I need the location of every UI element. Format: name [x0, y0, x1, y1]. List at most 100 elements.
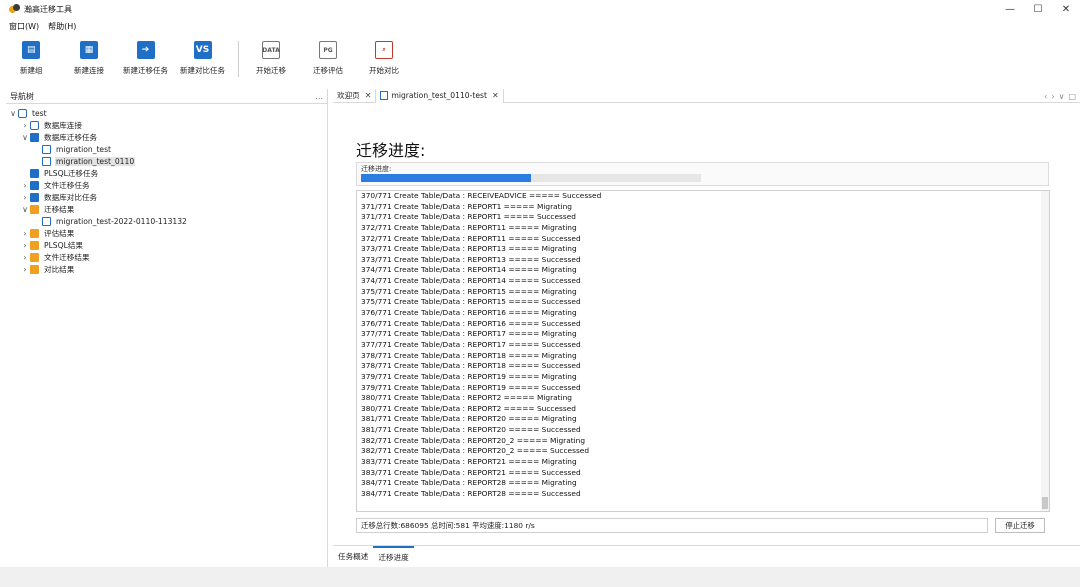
app-logo-icon — [9, 3, 20, 15]
new-compare-task-label: 新建对比任务 — [180, 66, 225, 75]
migration-assessment-button[interactable]: PG 迁移评估 — [313, 41, 343, 76]
blue-icon — [30, 180, 39, 190]
start-compare-label: 开始对比 — [369, 66, 399, 75]
tree-item[interactable]: › 文件迁移任务 — [20, 179, 91, 191]
doc-icon — [42, 144, 51, 154]
start-compare-icon: ⌕ — [375, 41, 393, 59]
progress-label: 迁移进度: — [361, 165, 392, 173]
tree-item[interactable]: ∨ 数据库迁移任务 — [20, 131, 98, 143]
close-button[interactable]: ✕ — [1052, 0, 1080, 18]
new-migration-task-button[interactable]: ➔ 新建迁移任务 — [123, 41, 168, 76]
stop-migration-button[interactable]: 停止迁移 — [995, 518, 1045, 533]
chevron-right-icon[interactable]: › — [20, 121, 30, 130]
chevron-down-icon[interactable]: ∨ — [20, 205, 30, 214]
document-icon — [380, 91, 389, 100]
chevron-right-icon[interactable]: › — [20, 241, 30, 250]
window-title: 瀚高迁移工具 — [24, 4, 72, 14]
tree-item[interactable]: › 评估结果 — [20, 227, 75, 239]
app-window: 瀚高迁移工具 — ☐ ✕ 窗口(W) 帮助(H) ▤ 新建组 ▦ 新建连接 ➔ … — [0, 0, 1080, 587]
start-compare-button[interactable]: ⌕ 开始对比 — [369, 41, 399, 76]
progress-bar-fill — [361, 174, 531, 182]
progress-bar — [361, 174, 701, 182]
tree-item[interactable]: migration_test-2022-0110-113132 — [32, 215, 188, 227]
maximize-button[interactable]: ☐ — [1024, 0, 1052, 18]
migration-log[interactable]: 370/771 Create Table/Data : RECEIVEADVIC… — [356, 190, 1050, 512]
maximize-panel-icon[interactable]: □ — [1068, 92, 1076, 101]
log-line: 376/771 Create Table/Data : REPORT16 ===… — [361, 308, 577, 318]
chevron-right-icon[interactable]: › — [20, 253, 30, 262]
tree-item-label: 数据库迁移任务 — [44, 132, 98, 142]
tree-item[interactable]: › 文件迁移结果 — [20, 251, 91, 263]
chevron-down-icon[interactable]: ∨ — [8, 109, 18, 118]
tab-welcome[interactable]: 欢迎页 ✕ — [333, 89, 375, 103]
chevron-down-icon[interactable]: ∨ — [1059, 92, 1065, 101]
log-scrollbar[interactable] — [1041, 191, 1049, 511]
chevron-left-icon[interactable]: ‹ — [1044, 92, 1047, 101]
tree-item[interactable]: › PLSQL结果 — [20, 239, 84, 251]
log-line: 373/771 Create Table/Data : REPORT13 ===… — [361, 244, 577, 254]
navigation-more-button[interactable]: ... — [315, 92, 323, 101]
editor-tabs: 欢迎页 ✕ migration_test_0110-test ✕ ‹ › ∨ □ — [333, 88, 1080, 103]
log-line: 373/771 Create Table/Data : REPORT13 ===… — [361, 254, 581, 264]
tree-item-label: PLSQL迁移任务 — [44, 168, 99, 178]
log-line: 384/771 Create Table/Data : REPORT28 ===… — [361, 478, 577, 488]
db-icon — [18, 108, 27, 118]
tree-item[interactable]: › 数据库连接 — [20, 119, 83, 131]
status-bar — [0, 567, 1080, 587]
minimize-button[interactable]: — — [996, 0, 1024, 18]
new-group-button[interactable]: ▤ 新建组 — [20, 41, 43, 76]
log-line: 376/771 Create Table/Data : REPORT16 ===… — [361, 318, 581, 328]
tab-migration-progress[interactable]: 迁移进度 — [373, 546, 414, 566]
tree-item-label: test — [32, 108, 47, 118]
folder-icon — [30, 252, 39, 262]
chevron-right-icon[interactable]: › — [20, 229, 30, 238]
log-line: 374/771 Create Table/Data : REPORT14 ===… — [361, 265, 577, 275]
log-line: 384/771 Create Table/Data : REPORT28 ===… — [361, 488, 581, 498]
migration-assessment-icon: PG — [319, 41, 337, 59]
migration-stats: 迁移总行数:686095 总时间:581 平均速度:1180 r/s — [356, 518, 988, 533]
vs-icon: VS — [193, 41, 212, 59]
blue-icon — [30, 168, 39, 178]
chevron-right-icon[interactable]: › — [20, 181, 30, 190]
log-line: 382/771 Create Table/Data : REPORT20_2 =… — [361, 435, 586, 445]
start-migration-label: 开始迁移 — [256, 66, 286, 75]
log-line: 379/771 Create Table/Data : REPORT19 ===… — [361, 371, 577, 381]
new-connection-button[interactable]: ▦ 新建连接 — [74, 41, 104, 76]
menu-window[interactable]: 窗口(W) — [0, 21, 44, 32]
tree-item-label: PLSQL结果 — [44, 240, 84, 250]
tab-task-overview[interactable]: 任务概述 — [333, 546, 373, 566]
tree-item[interactable]: ∨ test — [8, 107, 48, 119]
tree-item-label: 文件迁移任务 — [44, 180, 90, 190]
bottom-tabs: 任务概述 迁移进度 — [333, 545, 1080, 567]
chevron-down-icon[interactable]: ∨ — [20, 133, 30, 142]
tree-item-label: 对比结果 — [44, 264, 75, 274]
close-icon[interactable]: ✕ — [492, 91, 499, 100]
chevron-right-icon[interactable]: › — [20, 193, 30, 202]
menu-help[interactable]: 帮助(H) — [44, 21, 81, 32]
tree-item[interactable]: migration_test_0110 — [32, 155, 136, 167]
close-icon[interactable]: ✕ — [365, 91, 372, 100]
tab-migration-test-0110[interactable]: migration_test_0110-test ✕ — [375, 88, 504, 103]
log-scrollbar-thumb[interactable] — [1042, 497, 1048, 509]
new-group-label: 新建组 — [20, 66, 43, 75]
tree-item-label: 迁移结果 — [44, 204, 75, 214]
log-lines: 370/771 Create Table/Data : RECEIVEADVIC… — [361, 191, 601, 500]
start-migration-icon: DATA — [262, 41, 280, 59]
tree-item[interactable]: PLSQL迁移任务 — [20, 167, 99, 179]
migration-progress-panel: 迁移进度: 迁移进度: 370/771 Create Table/Data : … — [333, 104, 1080, 544]
log-line: 375/771 Create Table/Data : REPORT15 ===… — [361, 297, 581, 307]
tree-item[interactable]: › 对比结果 — [20, 263, 75, 275]
chevron-right-icon[interactable]: › — [1051, 92, 1054, 101]
new-compare-task-button[interactable]: VS 新建对比任务 — [180, 41, 225, 76]
tree-item[interactable]: › 数据库对比任务 — [20, 191, 98, 203]
log-line: 381/771 Create Table/Data : REPORT20 ===… — [361, 425, 581, 435]
doc-icon — [42, 156, 51, 166]
log-line: 380/771 Create Table/Data : REPORT2 ====… — [361, 403, 576, 413]
tree-item-label: migration_test-2022-0110-113132 — [56, 216, 187, 226]
tree-item[interactable]: ∨ 迁移结果 — [20, 203, 75, 215]
tree-item-label: 评估结果 — [44, 228, 75, 238]
start-migration-button[interactable]: DATA 开始迁移 — [256, 41, 286, 76]
chevron-right-icon[interactable]: › — [20, 265, 30, 274]
tree-item[interactable]: migration_test — [32, 143, 112, 155]
new-group-icon: ▤ — [22, 41, 41, 59]
